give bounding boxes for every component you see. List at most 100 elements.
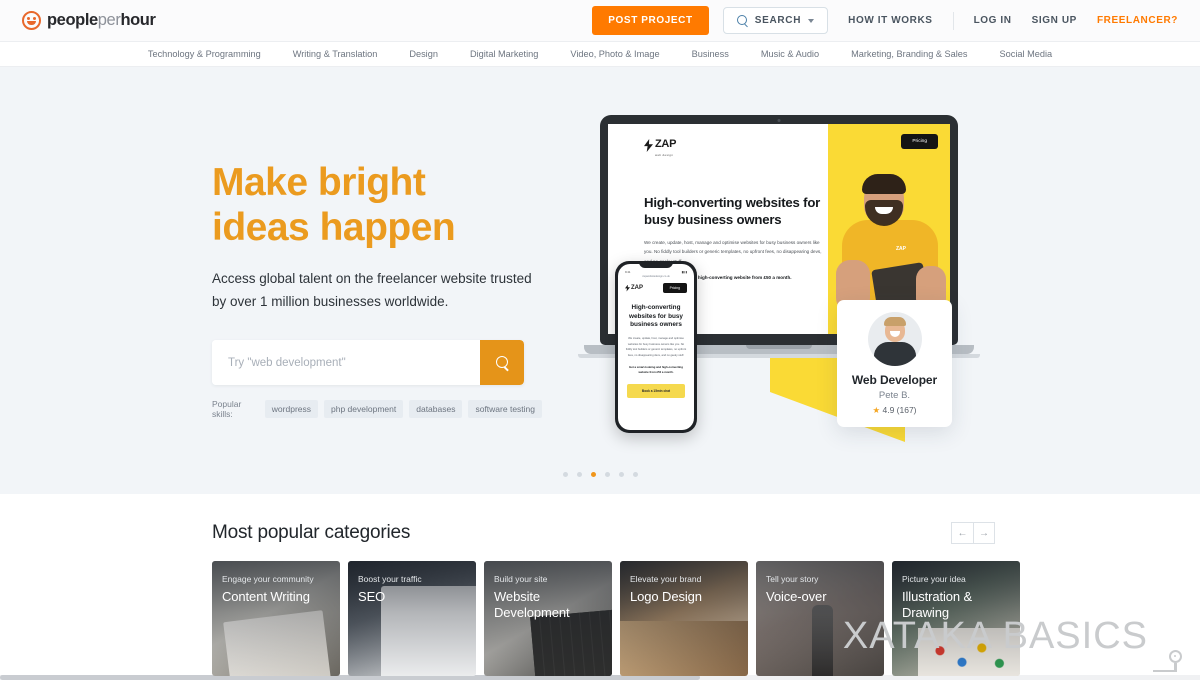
category-card-title: Website Development: [494, 589, 570, 621]
carousel-dot-0[interactable]: [562, 472, 568, 477]
hero-search-box: [212, 340, 524, 385]
category-nav-item-8[interactable]: Social Media: [984, 49, 1069, 59]
carousel-dot-1[interactable]: [576, 472, 582, 477]
zap-brand-tagline: web design: [655, 153, 674, 157]
popular-skills-label: Popular skills:: [212, 399, 242, 419]
category-card-list: Engage your community Content Writing Bo…: [0, 544, 1200, 676]
category-nav-item-0[interactable]: Technology & Programming: [132, 49, 277, 59]
carousel-dot-4[interactable]: [618, 472, 624, 477]
freelancer-role: Web Developer: [851, 373, 938, 387]
page-title: Make bright ideas happen: [212, 160, 542, 250]
nav-divider: [952, 11, 954, 30]
logo-wordmark: peopleperhour: [47, 12, 156, 29]
search-icon: [495, 356, 509, 369]
category-card-logo-design[interactable]: Elevate your brand Logo Design: [620, 561, 748, 676]
category-nav-item-5[interactable]: Business: [676, 49, 745, 59]
hero-heading-line1: Make bright: [212, 161, 426, 204]
hero-heading-line2: ideas happen: [212, 206, 456, 250]
phone-brand-name: ZAP: [631, 285, 643, 291]
category-nav: Technology & Programming Writing & Trans…: [0, 42, 1200, 67]
search-submit-button[interactable]: [480, 340, 524, 385]
category-card-title: Illustration & Drawing: [902, 589, 973, 621]
carousel-prev-button[interactable]: ←: [951, 522, 973, 544]
laptop-camera-icon: [777, 119, 781, 122]
skill-tag-wordpress[interactable]: wordpress: [264, 400, 319, 418]
category-card-subtitle: Boost your traffic: [358, 574, 422, 584]
header-nav: POST PROJECT SEARCH HOW IT WORKS LOG IN …: [592, 6, 1178, 35]
popular-skills: Popular skills: wordpress php developmen…: [212, 399, 542, 419]
phone-zap-logo: ZAP: [625, 284, 643, 292]
search-dropdown-label: SEARCH: [754, 15, 802, 26]
log-in-link[interactable]: LOG IN: [974, 15, 1012, 26]
category-card-subtitle: Tell your story: [766, 574, 819, 584]
star-icon: ★: [872, 405, 881, 415]
category-nav-item-6[interactable]: Music & Audio: [745, 49, 835, 59]
search-icon: [736, 15, 748, 26]
phone-body-highlight: Get a smart-looking and high-converting …: [629, 364, 683, 375]
skill-tag-php-development[interactable]: php development: [324, 400, 404, 418]
category-nav-item-3[interactable]: Digital Marketing: [454, 49, 554, 59]
lightning-bolt-icon: [644, 139, 653, 152]
how-it-works-link[interactable]: HOW IT WORKS: [848, 15, 932, 26]
skill-tag-databases[interactable]: databases: [409, 400, 463, 418]
phone-cta-button: Book a 15min chat: [627, 384, 685, 399]
hero-content: Make bright ideas happen Access global t…: [212, 160, 542, 419]
logo-hour: hour: [120, 11, 156, 30]
lightning-bolt-icon: [625, 284, 630, 292]
category-nav-item-7[interactable]: Marketing, Branding & Sales: [835, 49, 983, 59]
category-nav-item-1[interactable]: Writing & Translation: [277, 49, 394, 59]
mockup-pricing-button: Pricing: [901, 134, 938, 149]
freelancer-card[interactable]: Web Developer Pete B. ★ 4.9 (167): [837, 300, 952, 427]
category-card-illustration-drawing[interactable]: Picture your idea Illustration & Drawing: [892, 561, 1020, 676]
popular-categories-section: Most popular categories ← → Engage your …: [0, 494, 1200, 680]
category-card-subtitle: Engage your community: [222, 574, 314, 584]
freelancer-name: Pete B.: [878, 390, 911, 401]
category-card-subtitle: Build your site: [494, 574, 548, 584]
category-card-title: SEO: [358, 589, 386, 604]
carousel-dot-3[interactable]: [604, 472, 610, 477]
hero-artwork: ZAP web design High-converting websites …: [555, 67, 1015, 494]
search-input[interactable]: [212, 340, 480, 385]
hero-section: Make bright ideas happen Access global t…: [0, 67, 1200, 494]
category-card-title: Logo Design: [630, 589, 702, 604]
category-card-content-writing[interactable]: Engage your community Content Writing: [212, 561, 340, 676]
sign-up-link[interactable]: SIGN UP: [1032, 15, 1077, 26]
phone-mockup: 9:41 ▮▮ ▮ zapwebsitedesign.co.uk ZAP Pric…: [615, 261, 697, 433]
mockup-headline: High-converting websites for busy busine…: [644, 195, 821, 228]
phone-headline: High-converting websites for busy busine…: [629, 304, 683, 329]
category-nav-item-4[interactable]: Video, Photo & Image: [554, 49, 675, 59]
search-dropdown-button[interactable]: SEARCH: [722, 7, 829, 34]
freelancer-rating-value: 4.9 (167): [882, 405, 917, 415]
category-card-subtitle: Elevate your brand: [630, 574, 702, 584]
zap-brand-logo: ZAP web design: [644, 134, 828, 157]
category-nav-item-2[interactable]: Design: [393, 49, 454, 59]
category-card-seo[interactable]: Boost your traffic SEO: [348, 561, 476, 676]
post-project-button[interactable]: POST PROJECT: [592, 6, 709, 35]
carousel-dot-5[interactable]: [632, 472, 638, 477]
zap-brand-name: ZAP: [655, 138, 677, 150]
carousel-next-button[interactable]: →: [973, 522, 995, 544]
category-card-website-development[interactable]: Build your site Website Development: [484, 561, 612, 676]
phone-url-bar: zapwebsitedesign.co.uk: [642, 275, 670, 278]
carousel-arrows: ← →: [951, 522, 995, 544]
phone-body-text: We create, update, host, manage and opti…: [625, 336, 687, 357]
xataka-logo-icon: [1152, 650, 1186, 674]
categories-title: Most popular categories: [212, 522, 411, 543]
category-card-voice-over[interactable]: Tell your story Voice-over: [756, 561, 884, 676]
phone-status-bar: 9:41 ▮▮ ▮: [625, 270, 687, 274]
carousel-dots: [0, 472, 1200, 477]
avatar: [867, 312, 922, 366]
logo-people: people: [47, 11, 98, 30]
site-logo[interactable]: peopleperhour: [22, 11, 156, 30]
carousel-dot-2[interactable]: [590, 472, 596, 477]
logo-per: per: [97, 11, 121, 30]
freelancer-link[interactable]: FREELANCER?: [1097, 15, 1178, 26]
skill-tag-software-testing[interactable]: software testing: [468, 400, 542, 418]
smiley-face-icon: [22, 11, 41, 30]
hero-subtitle: Access global talent on the freelancer w…: [212, 271, 532, 309]
category-card-title: Content Writing: [222, 589, 310, 604]
site-header: peopleperhour POST PROJECT SEARCH HOW IT…: [0, 0, 1200, 42]
phone-pricing-button: Pricing: [662, 283, 687, 293]
chevron-down-icon: [808, 18, 815, 23]
category-card-title: Voice-over: [766, 589, 827, 604]
